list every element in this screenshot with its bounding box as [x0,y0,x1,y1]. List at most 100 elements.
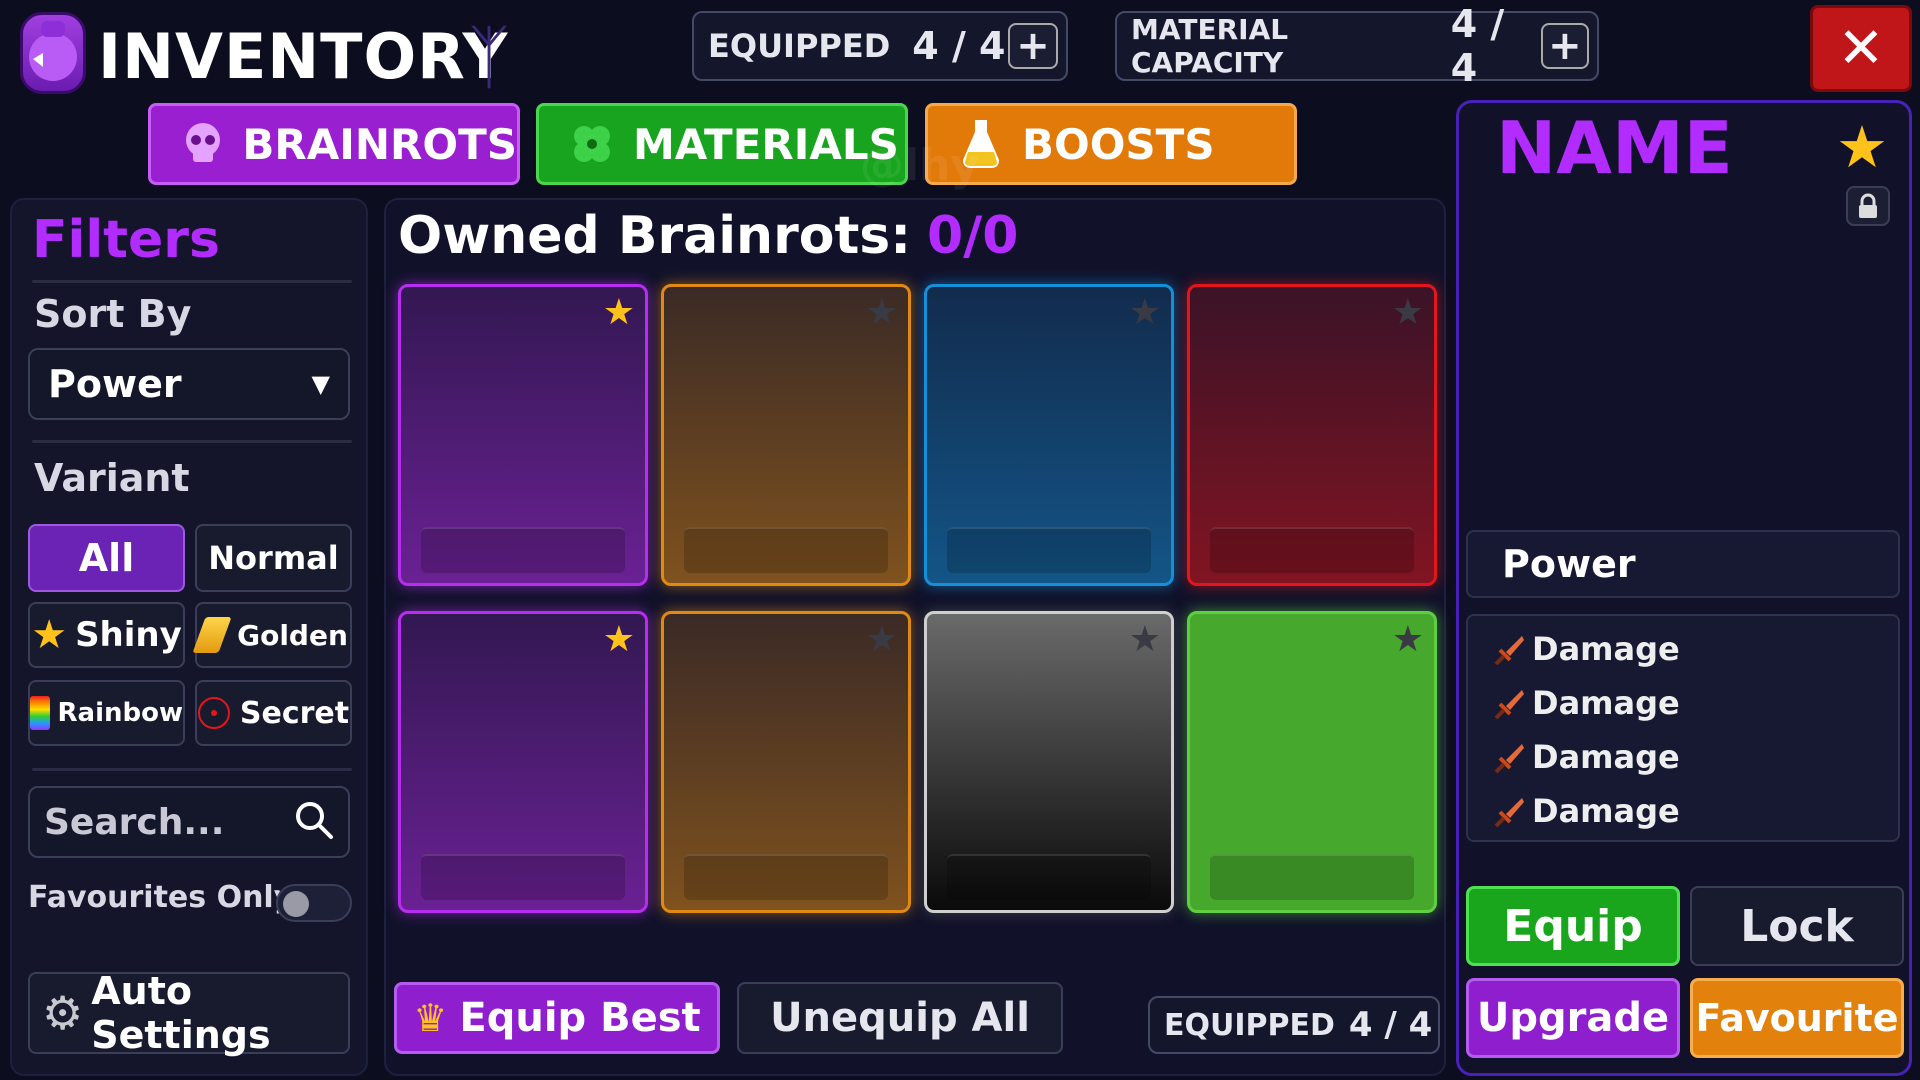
brainrot-card[interactable]: ★ [398,284,648,586]
card-label-bar [947,854,1151,900]
variant-shiny-label: Shiny [75,615,182,655]
divider [32,768,352,771]
stats-list: Damage Damage Damage Damage [1466,614,1900,842]
equipped-label: EQUIPPED [708,27,891,65]
material-capacity-counter: MATERIAL CAPACITY 4 / 4 + [1115,2,1599,90]
equip-best-label: Equip Best [459,995,701,1041]
card-star-icon[interactable]: ★ [1392,622,1424,658]
brainrot-card[interactable]: ★ [661,611,911,913]
divider [32,280,352,283]
variant-normal-label: Normal [208,539,339,577]
variant-all-button[interactable]: All [28,524,185,592]
lock-button[interactable]: Lock [1690,886,1904,966]
owned-brainrots-heading: Owned Brainrots: 0/0 [398,206,1018,266]
brainrot-card[interactable]: ★ [924,284,1174,586]
equip-best-button[interactable]: ♛ Equip Best [394,982,720,1054]
brainrot-card[interactable]: ★ [1187,611,1437,913]
sort-by-label: Sort By [34,292,192,336]
favourites-only-toggle[interactable] [276,884,352,922]
upgrade-button[interactable]: Upgrade [1466,978,1680,1058]
stat-label: Damage [1532,684,1680,722]
watermark: @lhy [860,140,980,191]
tab-brainrots[interactable]: BRAINROTS [148,103,520,185]
variant-secret-label: Secret [239,695,350,731]
add-material-capacity-button[interactable]: + [1540,23,1590,69]
sort-dropdown[interactable]: Power ▼ [28,348,350,420]
sword-icon [1492,740,1526,774]
equipped-footer-label: EQUIPPED [1164,1007,1335,1043]
material-capacity-value: 4 / 4 [1450,2,1505,90]
auto-settings-button[interactable]: ⚙ Auto Settings [28,969,350,1057]
tab-boosts[interactable]: BOOSTS [925,103,1297,185]
skull-icon [177,117,228,171]
close-button[interactable]: ✕ [1810,5,1912,92]
tab-brainrots-label: BRAINROTS [242,119,517,169]
sword-icon [1492,686,1526,720]
search-icon [294,800,334,844]
brainrot-name: NAME [1496,106,1733,190]
equipped-footer-counter: EQUIPPED 4 / 4 [1148,996,1440,1054]
crest-logo-icon: ᛉ [468,16,510,98]
rainbow-icon [30,696,50,730]
card-star-icon[interactable]: ★ [866,622,898,658]
chevron-down-icon: ▼ [311,370,330,398]
tab-materials[interactable]: MATERIALS [536,103,908,185]
variant-shiny-button[interactable]: ★ Shiny [28,602,185,668]
search-input[interactable]: Search... [28,786,350,858]
equipped-footer-value: 4 / 4 [1348,1005,1433,1045]
favourite-star-icon[interactable]: ★ [1836,118,1888,176]
stat-label: Damage [1532,630,1680,668]
unequip-all-button[interactable]: Unequip All [737,982,1063,1054]
clover-icon [565,117,619,171]
brainrot-card[interactable]: ★ [924,611,1174,913]
sort-value: Power [48,362,182,406]
inventory-title: INVENTORY [98,20,509,93]
stat-row: Damage [1492,730,1898,784]
lock-label: Lock [1740,900,1854,952]
card-star-icon[interactable]: ★ [1129,295,1161,331]
lock-icon[interactable] [1846,186,1890,226]
star-icon: ★ [31,612,68,658]
search-placeholder: Search... [44,801,225,843]
card-star-icon[interactable]: ★ [603,622,635,658]
owned-label: Owned Brainrots: [398,206,912,266]
favourite-button[interactable]: Favourite [1690,978,1904,1058]
card-star-icon[interactable]: ★ [1129,622,1161,658]
card-star-icon[interactable]: ★ [866,295,898,331]
equip-button[interactable]: Equip [1466,886,1680,966]
variant-golden-button[interactable]: Golden [192,602,352,668]
divider [32,440,352,443]
power-label: Power [1502,542,1636,586]
card-label-bar [1210,854,1414,900]
add-equip-slot-button[interactable]: + [1008,23,1058,69]
equipped-value: 4 / 4 [912,24,1006,68]
brainrot-card[interactable]: ★ [398,611,648,913]
gold-bar-icon [192,617,232,653]
variant-label: Variant [34,456,190,500]
card-label-bar [421,854,625,900]
card-star-icon[interactable]: ★ [603,295,635,331]
auto-settings-label: Auto Settings [91,969,271,1057]
upgrade-label: Upgrade [1476,995,1670,1041]
card-label-bar [421,527,625,573]
crown-icon: ♛ [413,996,448,1040]
card-label-bar [947,527,1151,573]
sword-icon [1492,794,1526,828]
inventory-bag-icon [20,12,86,94]
variant-normal-button[interactable]: Normal [195,524,352,592]
secret-target-icon [197,697,230,729]
filters-title: Filters [32,210,220,270]
card-star-icon[interactable]: ★ [1392,295,1424,331]
brainrot-card[interactable]: ★ [1187,284,1437,586]
brainrot-card[interactable]: ★ [661,284,911,586]
variant-rainbow-button[interactable]: Rainbow [28,680,185,746]
variant-all-label: All [78,536,135,580]
card-label-bar [1210,527,1414,573]
variant-secret-button[interactable]: Secret [195,680,352,746]
power-field: Power [1466,530,1900,598]
favourites-only-label: Favourites Only [28,880,294,915]
equip-label: Equip [1503,900,1643,952]
tab-boosts-label: BOOSTS [1022,119,1215,169]
equipped-counter: EQUIPPED 4 / 4 + [692,11,1068,81]
owned-count: 0/0 [927,206,1019,266]
